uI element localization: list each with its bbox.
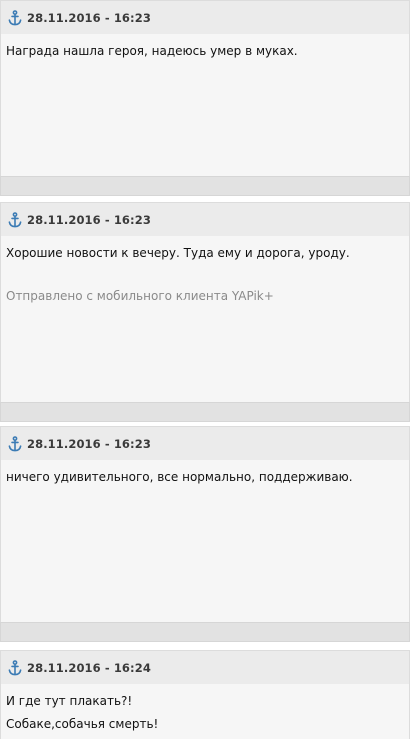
post-body: Хорошие новости к вечеру. Туда ему и дор… xyxy=(0,236,410,402)
post-footer xyxy=(0,622,410,642)
post-text: И где тут плакать?! xyxy=(6,694,133,708)
post-footer xyxy=(0,402,410,422)
post-header: 28.11.2016 - 16:23 xyxy=(0,0,410,34)
post-text: ничего удивительного, все нормально, под… xyxy=(6,470,353,484)
post-date: 28.11.2016 - 16:23 xyxy=(27,11,151,25)
post-body: Награда нашла героя, надеюсь умер в мука… xyxy=(0,34,410,176)
post-date: 28.11.2016 - 16:23 xyxy=(27,437,151,451)
post-header: 28.11.2016 - 16:23 xyxy=(0,426,410,460)
post-signature: Отправлено с мобильного клиента YAPik+ xyxy=(6,289,274,303)
anchor-icon[interactable] xyxy=(8,10,22,26)
anchor-icon[interactable] xyxy=(8,660,22,676)
post-text: Собаке,собачья смерть! xyxy=(6,717,159,731)
post-text: Хорошие новости к вечеру. Туда ему и дор… xyxy=(6,246,350,260)
post-date: 28.11.2016 - 16:23 xyxy=(27,213,151,227)
post-text: Награда нашла героя, надеюсь умер в мука… xyxy=(6,44,298,58)
post-date: 28.11.2016 - 16:24 xyxy=(27,661,151,675)
post-body: И где тут плакать?! Собаке,собачья смерт… xyxy=(0,684,410,739)
post-header: 28.11.2016 - 16:24 xyxy=(0,650,410,684)
post-header: 28.11.2016 - 16:23 xyxy=(0,202,410,236)
post-body: ничего удивительного, все нормально, под… xyxy=(0,460,410,622)
anchor-icon[interactable] xyxy=(8,212,22,228)
post-footer xyxy=(0,176,410,196)
anchor-icon[interactable] xyxy=(8,436,22,452)
